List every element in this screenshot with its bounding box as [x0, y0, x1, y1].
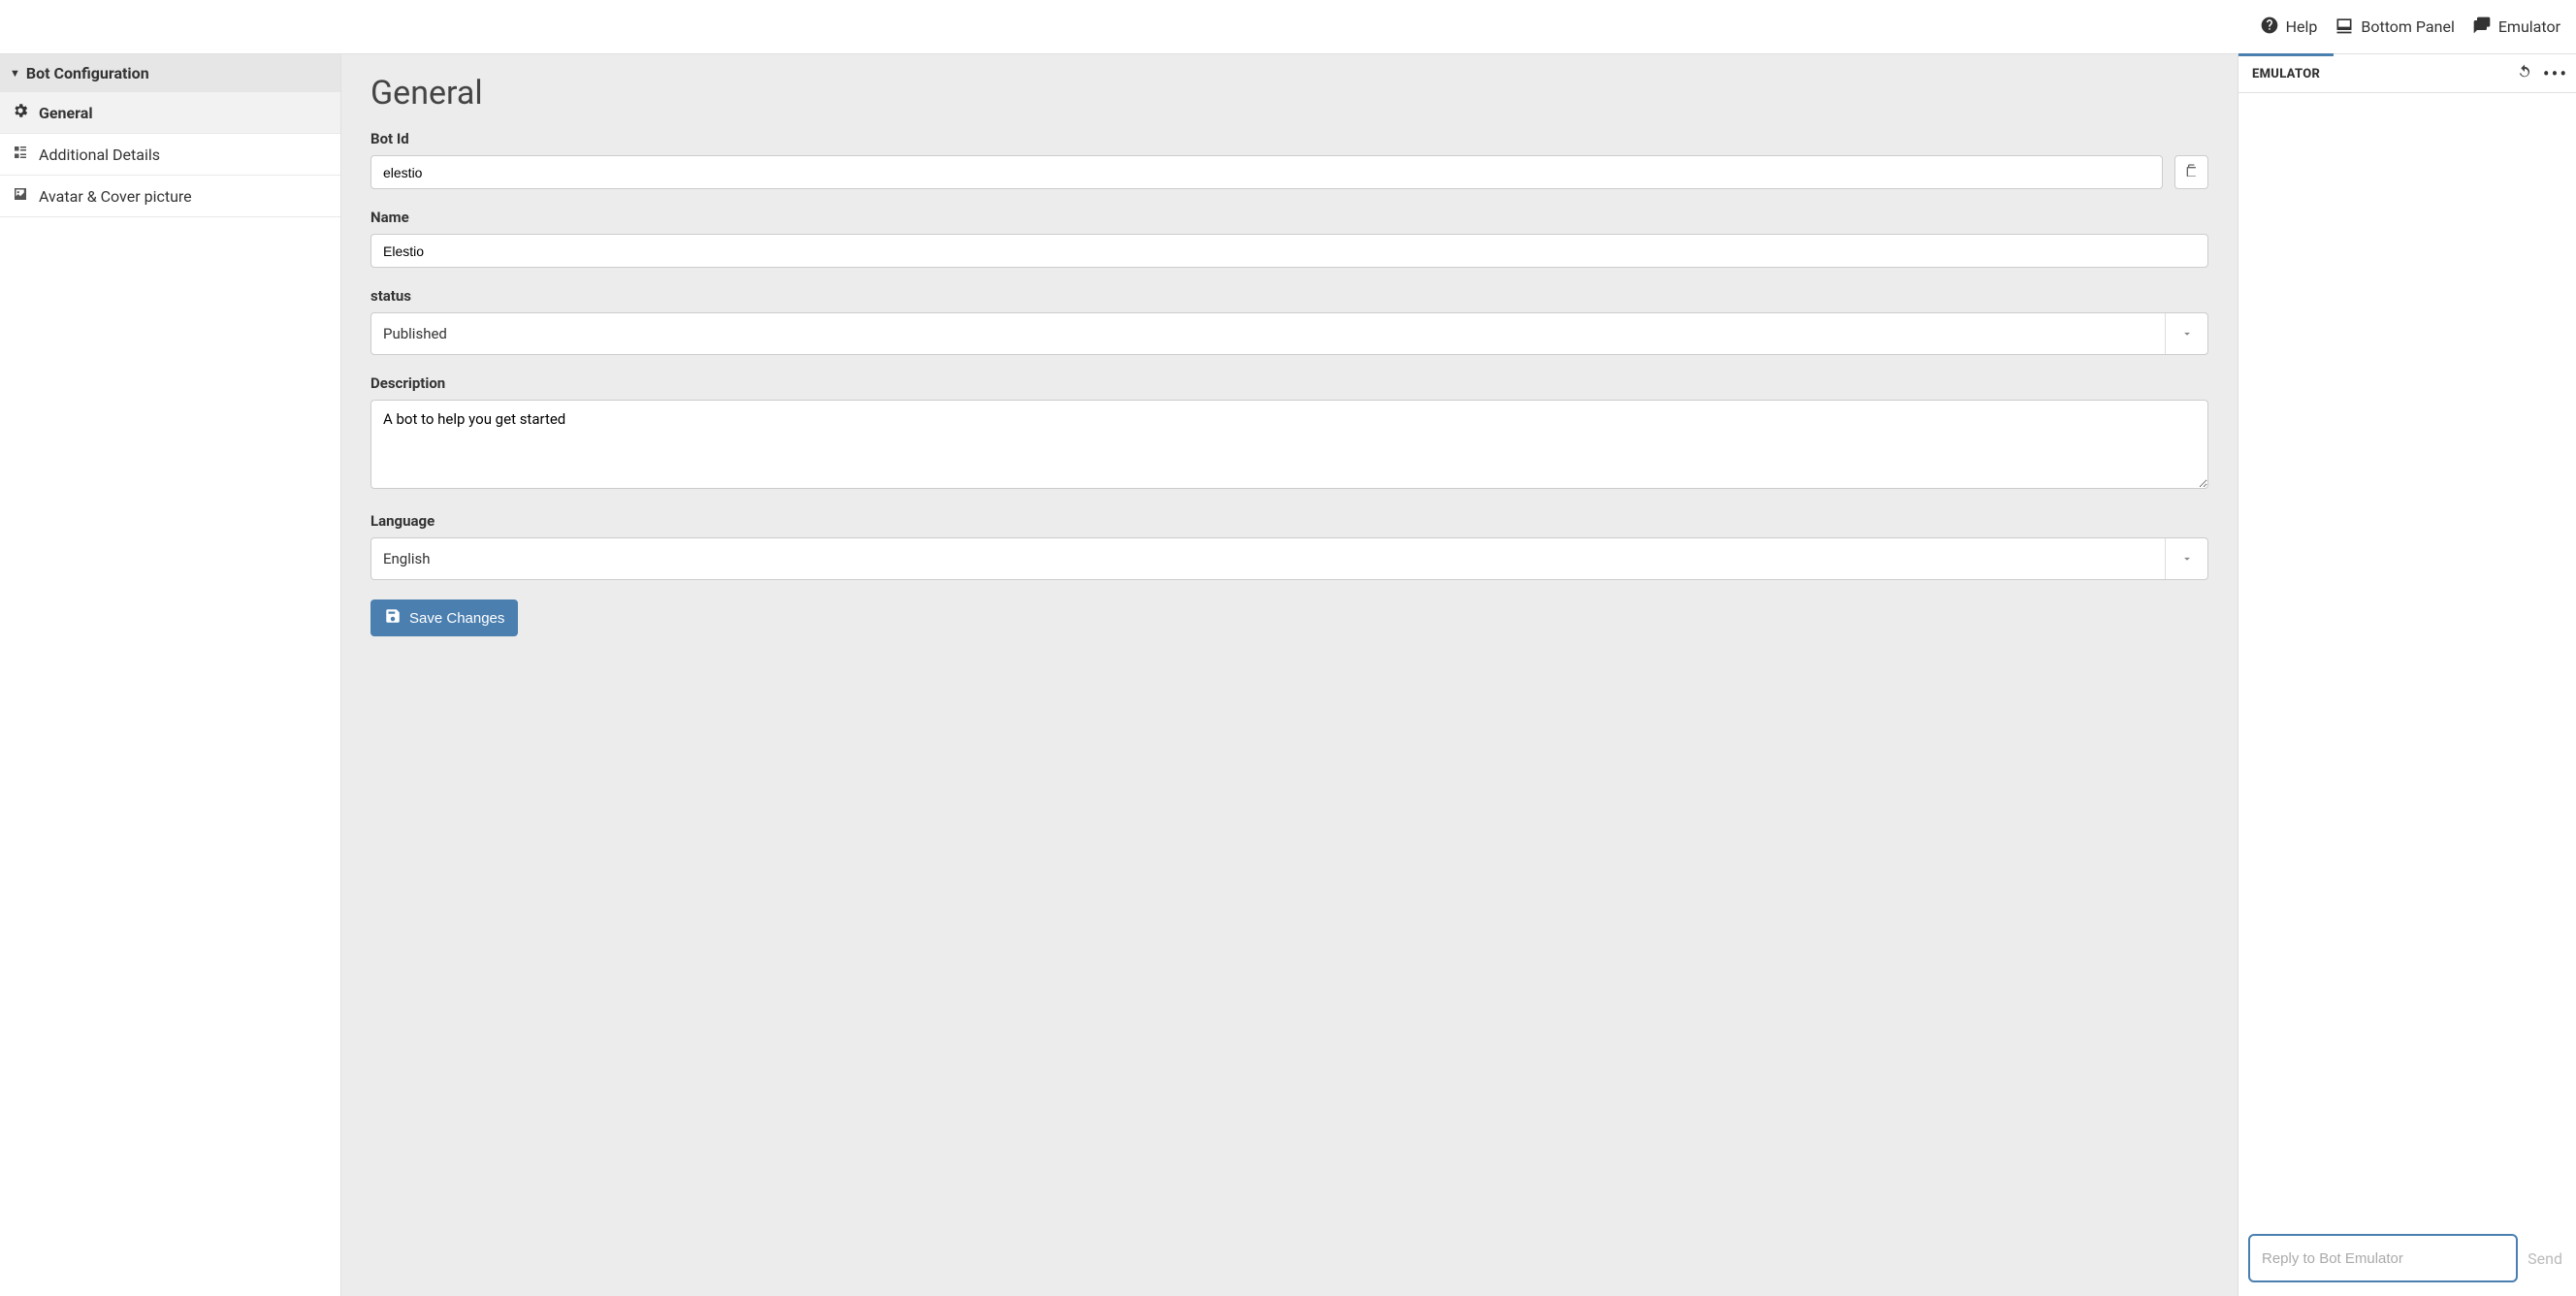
sidebar-section-bot-configuration[interactable]: ▼ Bot Configuration [0, 54, 340, 92]
sidebar-item-label: Additional Details [39, 146, 160, 164]
details-icon [12, 144, 29, 165]
sidebar-item-avatar-cover[interactable]: Avatar & Cover picture [0, 176, 340, 217]
layout: ▼ Bot Configuration General Additional D… [0, 54, 2576, 1296]
top-header: Help Bottom Panel Emulator [0, 0, 2576, 54]
chevron-down-icon [2165, 313, 2207, 354]
image-icon [12, 185, 29, 207]
tab-emulator[interactable]: EMULATOR [2238, 53, 2334, 91]
status-value: Published [371, 325, 2165, 342]
more-button[interactable]: ••• [2545, 63, 2566, 84]
help-button[interactable]: Help [2260, 16, 2318, 39]
sidebar-item-label: Avatar & Cover picture [39, 187, 192, 206]
emulator-toolbar: ••• [2514, 63, 2576, 84]
status-select[interactable]: Published [370, 312, 2208, 355]
language-select[interactable]: English [370, 537, 2208, 580]
sidebar-section-title: Bot Configuration [26, 64, 149, 82]
sidebar: ▼ Bot Configuration General Additional D… [0, 54, 341, 1296]
copy-bot-id-button[interactable] [2174, 155, 2208, 189]
emulator-label: Emulator [2498, 17, 2560, 36]
form-group-status: status Published [370, 287, 2208, 355]
help-icon [2260, 16, 2279, 39]
bot-id-input[interactable] [370, 155, 2163, 189]
caret-down-icon: ▼ [10, 67, 20, 80]
description-input[interactable] [370, 400, 2208, 489]
chevron-down-icon [2165, 538, 2207, 579]
refresh-button[interactable] [2514, 63, 2535, 84]
gear-icon [12, 102, 29, 123]
save-changes-button[interactable]: Save Changes [370, 599, 518, 636]
form-group-language: Language English [370, 512, 2208, 580]
chat-icon [2472, 16, 2492, 39]
main-content: General Bot Id Name status Published [341, 54, 2238, 1296]
label-description: Description [370, 374, 2208, 392]
more-icon: ••• [2543, 62, 2568, 85]
label-status: status [370, 287, 2208, 305]
form-group-bot-id: Bot Id [370, 130, 2208, 189]
sidebar-item-general[interactable]: General [0, 92, 340, 134]
refresh-icon [2516, 63, 2533, 84]
clipboard-icon [2184, 163, 2200, 181]
emulator-button[interactable]: Emulator [2472, 16, 2560, 39]
bottom-panel-button[interactable]: Bottom Panel [2334, 16, 2454, 39]
name-input[interactable] [370, 234, 2208, 268]
emulator-tabs: EMULATOR ••• [2238, 54, 2576, 93]
emulator-body [2238, 93, 2576, 1224]
emulator-reply-input[interactable] [2248, 1234, 2518, 1282]
sidebar-item-additional-details[interactable]: Additional Details [0, 134, 340, 176]
label-name: Name [370, 209, 2208, 226]
bottom-panel-label: Bottom Panel [2361, 17, 2454, 36]
emulator-panel: EMULATOR ••• Send [2238, 54, 2576, 1296]
page-title: General [370, 74, 2208, 113]
help-label: Help [2286, 17, 2318, 36]
label-bot-id: Bot Id [370, 130, 2208, 147]
sidebar-item-label: General [39, 104, 93, 122]
label-language: Language [370, 512, 2208, 530]
emulator-input-row: Send [2238, 1224, 2576, 1296]
save-button-label: Save Changes [409, 610, 504, 627]
form-group-description: Description [370, 374, 2208, 493]
panel-icon [2334, 16, 2354, 39]
language-value: English [371, 550, 2165, 567]
form-group-name: Name [370, 209, 2208, 268]
emulator-tab-label: EMULATOR [2252, 67, 2320, 81]
save-icon [384, 607, 402, 629]
emulator-send-button[interactable]: Send [2528, 1249, 2566, 1268]
